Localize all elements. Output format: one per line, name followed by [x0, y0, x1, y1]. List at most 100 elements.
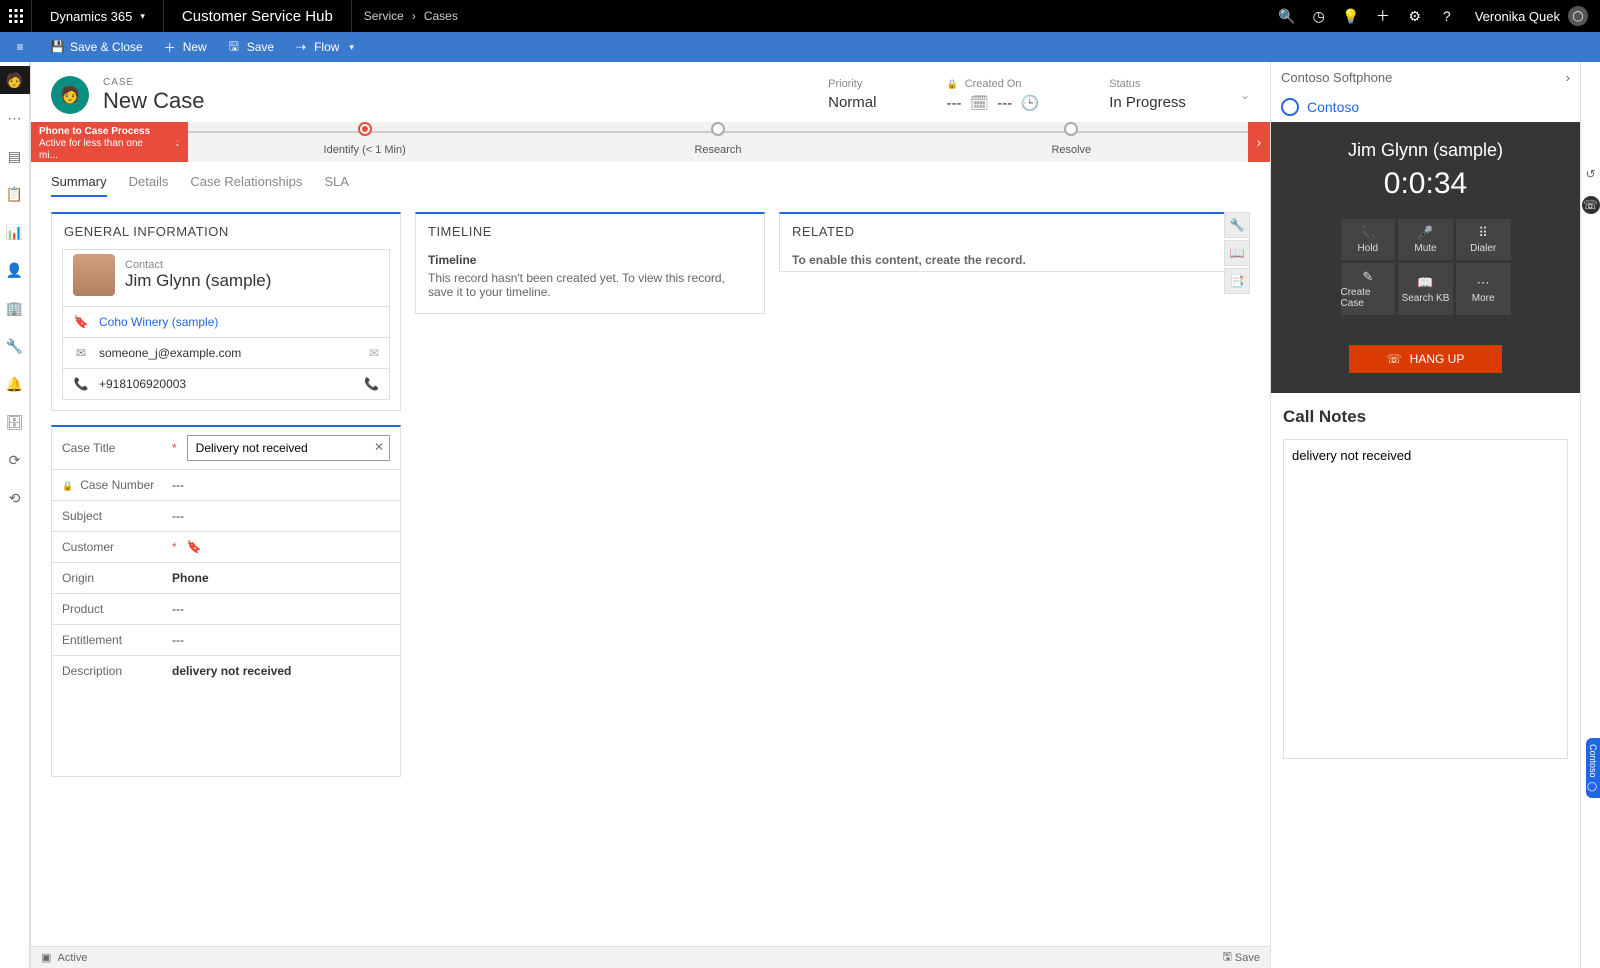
- nav-item-bell-icon[interactable]: 🔔: [0, 370, 30, 398]
- bpf-stage-identify[interactable]: Identify (< 1 Min): [188, 128, 541, 156]
- contact-field-label: Contact: [125, 259, 271, 271]
- flow-icon: ⇢: [294, 40, 308, 54]
- priority-value[interactable]: Normal: [828, 94, 876, 111]
- new-icon[interactable]: ＋: [1367, 0, 1399, 32]
- required-marker: *: [172, 441, 177, 455]
- entitlement-value[interactable]: ---: [172, 633, 390, 647]
- entity-type-label: CASE: [103, 77, 204, 88]
- tab-case-relationships[interactable]: Case Relationships: [190, 174, 302, 197]
- mute-button[interactable]: 🎤Mute: [1398, 219, 1453, 260]
- calendar-icon: 🗓: [970, 95, 989, 112]
- record-entity-icon: 🧑: [51, 76, 89, 114]
- nav-item-tool-icon[interactable]: 🔧: [0, 332, 30, 360]
- nav-toggle-icon[interactable]: ≡: [8, 40, 32, 54]
- record-header: 🧑 CASE New Case Priority Normal Created …: [31, 62, 1270, 122]
- general-information-header: GENERAL INFORMATION: [52, 214, 400, 249]
- lock-icon: [62, 478, 76, 492]
- user-menu[interactable]: Veronika Quek ◯: [1463, 6, 1600, 26]
- call-card: Jim Glynn (sample) 0:0:34 📞Hold 🎤Mute ⠿D…: [1271, 122, 1580, 393]
- settings-gear-icon[interactable]: ⚙: [1399, 0, 1431, 32]
- bpf-stage-resolve[interactable]: Resolve: [895, 128, 1248, 156]
- bpf-next-button[interactable]: ›: [1248, 122, 1270, 162]
- company-link[interactable]: Coho Winery (sample): [99, 315, 379, 329]
- nav-item-clipboard-icon[interactable]: 📋: [0, 180, 30, 208]
- case-form-panel: Case Title * ✕ Case Number ---: [51, 425, 401, 777]
- chevron-down-icon: ▾: [349, 42, 354, 53]
- tab-details[interactable]: Details: [129, 174, 169, 197]
- new-button[interactable]: ＋New: [153, 32, 217, 62]
- task-flow-icon[interactable]: ◷: [1303, 0, 1335, 32]
- call-contact-name: Jim Glynn (sample): [1348, 140, 1503, 161]
- breadcrumb-area[interactable]: Service: [364, 9, 404, 23]
- history-icon[interactable]: ↺: [1581, 160, 1600, 188]
- description-value[interactable]: delivery not received: [172, 664, 390, 678]
- nav-item-person-icon[interactable]: 👤: [0, 256, 30, 284]
- created-on-value-2: ---: [997, 95, 1012, 112]
- save-and-close-button[interactable]: 💾Save & Close: [40, 32, 153, 62]
- bpf-flag[interactable]: Phone to Case Process Active for less th…: [31, 122, 166, 162]
- required-marker: *: [172, 540, 177, 554]
- hold-button[interactable]: 📞Hold: [1341, 219, 1396, 260]
- tab-sla[interactable]: SLA: [324, 174, 349, 197]
- help-icon[interactable]: ?: [1431, 0, 1463, 32]
- assistant-lightbulb-icon[interactable]: 💡: [1335, 0, 1367, 32]
- nav-overflow-icon[interactable]: ⋯: [0, 104, 30, 132]
- flow-button[interactable]: ⇢Flow▾: [284, 32, 364, 62]
- customer-lookup[interactable]: 🔖: [187, 540, 390, 554]
- nav-item-feed-icon[interactable]: ▤: [0, 142, 30, 170]
- save-icon: 🖫: [227, 37, 241, 58]
- product-brand[interactable]: Dynamics 365 ▾: [32, 0, 164, 32]
- more-button[interactable]: ⋯More: [1456, 263, 1511, 315]
- search-kb-button[interactable]: 📖Search KB: [1398, 263, 1453, 315]
- nav-item-loop2-icon[interactable]: ⟲: [0, 484, 30, 512]
- created-on-label: Created On: [965, 78, 1022, 90]
- save-button[interactable]: 🖫Save: [217, 32, 284, 62]
- clock-icon: 🕒: [1021, 95, 1040, 112]
- breadcrumb-entity[interactable]: Cases: [424, 9, 458, 23]
- company-icon: 🔖: [73, 315, 89, 329]
- hang-up-button[interactable]: ☏ HANG UP: [1349, 345, 1503, 373]
- nav-item-customer-icon[interactable]: 🧑: [0, 66, 30, 94]
- email-action-icon[interactable]: ✉: [369, 346, 379, 360]
- priority-label: Priority: [828, 78, 876, 90]
- clear-input-icon[interactable]: ✕: [374, 440, 384, 454]
- related-tool-wrench-icon[interactable]: 🔧: [1224, 212, 1250, 238]
- business-process-flow: Phone to Case Process Active for less th…: [31, 122, 1270, 162]
- phone-rail-icon[interactable]: ☏: [1582, 196, 1600, 214]
- app-launcher-icon[interactable]: [0, 0, 32, 32]
- create-case-button[interactable]: ✎Create Case: [1341, 263, 1396, 315]
- plus-icon: ＋: [163, 39, 177, 56]
- subject-value[interactable]: ---: [172, 509, 390, 523]
- nav-item-archive-icon[interactable]: 🗄: [0, 408, 30, 436]
- case-title-input[interactable]: [187, 435, 390, 461]
- email-icon: ✉: [73, 346, 89, 360]
- contact-photo: [73, 254, 115, 296]
- nav-item-loop-icon[interactable]: ⟳: [0, 446, 30, 474]
- nav-item-org-icon[interactable]: 🏢: [0, 294, 30, 322]
- bpf-stage-research[interactable]: Research: [541, 128, 894, 156]
- contact-phone[interactable]: +918106920003: [99, 377, 354, 391]
- timeline-empty-message: This record hasn't been created yet. To …: [428, 271, 752, 299]
- product-value[interactable]: ---: [172, 602, 390, 616]
- dialer-button[interactable]: ⠿Dialer: [1456, 219, 1511, 260]
- mute-icon: 🎤: [1417, 225, 1433, 241]
- search-icon[interactable]: 🔍: [1271, 0, 1303, 32]
- status-save-label[interactable]: Save: [1235, 952, 1260, 964]
- nav-item-chart-icon[interactable]: 📊: [0, 218, 30, 246]
- softphone-title: Contoso Softphone: [1281, 70, 1392, 85]
- contoso-pill[interactable]: Contoso◯: [1586, 738, 1600, 798]
- app-hub-label[interactable]: Customer Service Hub: [164, 0, 352, 32]
- contact-name[interactable]: Jim Glynn (sample): [125, 271, 271, 291]
- related-tool-kb-icon[interactable]: 📑: [1224, 268, 1250, 294]
- status-value[interactable]: In Progress: [1109, 94, 1186, 111]
- tab-summary[interactable]: Summary: [51, 174, 107, 197]
- phone-action-icon[interactable]: 📞: [364, 377, 379, 391]
- related-tool-book-icon[interactable]: 📖: [1224, 240, 1250, 266]
- origin-value[interactable]: Phone: [172, 571, 390, 585]
- header-expand-icon[interactable]: ⌄: [1240, 88, 1250, 102]
- contact-email[interactable]: someone_j@example.com: [99, 346, 359, 360]
- softphone-expand-icon[interactable]: ›: [1566, 70, 1570, 85]
- call-notes-input[interactable]: [1283, 439, 1568, 759]
- related-panel: RELATED To enable this content, create t…: [779, 212, 1250, 272]
- chevron-right-icon: ›: [412, 9, 416, 23]
